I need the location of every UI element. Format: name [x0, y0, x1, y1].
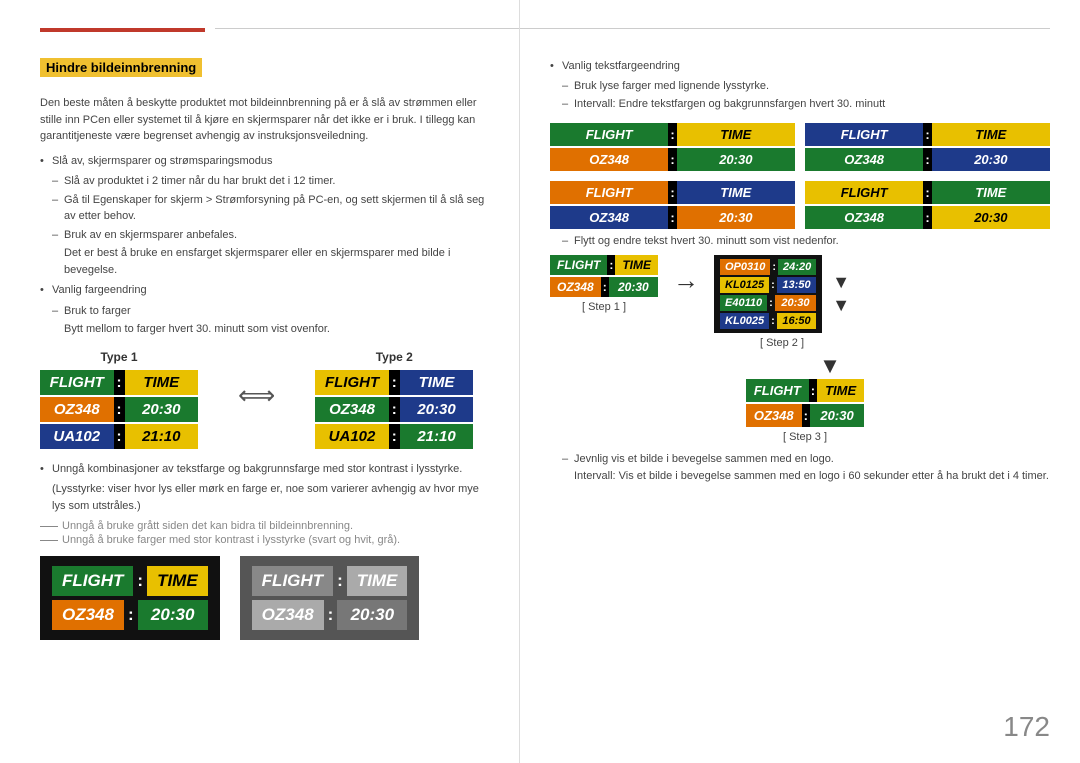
- grid-board-2: FLIGHT : TIME OZ348 : 20:30: [805, 123, 1050, 171]
- type2-time: TIME: [400, 370, 474, 395]
- bottom-right-clock: 20:30: [337, 600, 407, 630]
- bottom-right-colon: :: [333, 566, 347, 596]
- step3-container: FLIGHT : TIME OZ348 : 20:30 [ Step 3 ]: [560, 379, 1050, 443]
- gray-note-1: Unngå å bruke grått siden det kan bidra …: [62, 520, 353, 532]
- type2-colon-1: :: [389, 397, 400, 422]
- type1-colon-2: :: [114, 424, 125, 449]
- dash-screensaver-rec: Bruk av en skjermsparer anbefales.: [40, 227, 489, 244]
- dash-2hours: Slå av produktet i 2 timer når du har br…: [40, 173, 489, 190]
- step3-arrow-container: ▼: [610, 353, 1050, 379]
- type1-code2: UA102: [40, 424, 114, 449]
- bottom-right-colon2: :: [324, 600, 338, 630]
- type2-colon-h: :: [389, 370, 400, 395]
- step1-label: [ Step 1 ]: [550, 301, 658, 313]
- dash-properties: Gå til Egenskaper for skjerm > Strømfors…: [40, 192, 489, 225]
- shift-note: – Flytt og endre tekst hvert 30. minutt …: [550, 235, 1050, 247]
- type2-time1: 20:30: [400, 397, 474, 422]
- type2-code1: OZ348: [315, 397, 389, 422]
- bottom-right-code: OZ348: [252, 600, 324, 630]
- type2-label: Type 2: [315, 350, 473, 364]
- dash-two-colors: Bruk to farger: [40, 303, 489, 320]
- page-number: 172: [1003, 711, 1050, 743]
- bottom-board-left: FLIGHT : TIME OZ348 : 20:30: [40, 556, 220, 640]
- step2-label: [ Step 2 ]: [714, 337, 850, 349]
- double-arrow: ⟺: [238, 380, 275, 411]
- type2-flight: FLIGHT: [315, 370, 389, 395]
- step3-label: [ Step 3 ]: [560, 431, 1050, 443]
- step1-container: FLIGHT : TIME OZ348 : 20:30 [ Step 1 ]: [550, 255, 658, 313]
- grid-board-3: FLIGHT : TIME OZ348 : 20:30: [550, 181, 795, 229]
- type1-flight: FLIGHT: [40, 370, 114, 395]
- section-title: Hindre bildeinnbrenning: [40, 58, 202, 77]
- bottom-note-1: – Jevnlig vis et bilde i bevegelse samme…: [550, 453, 1050, 465]
- bottom-board-right: FLIGHT : TIME OZ348 : 20:30: [240, 556, 420, 640]
- avoid-text: Unngå kombinasjoner av tekstfarge og bak…: [40, 461, 489, 478]
- type2-board: FLIGHT : TIME OZ348 : 20:30 UA102 : 21:1…: [315, 370, 473, 449]
- right-dash-2: Intervall: Endre tekstfargen og bakgrunn…: [550, 96, 1050, 113]
- gray-note-2: Unngå å bruke farger med stor kontrast i…: [62, 534, 400, 546]
- bullet-screensaver: Slå av, skjermsparer og strømsparingsmod…: [40, 153, 489, 170]
- type1-board: FLIGHT : TIME OZ348 : 20:30 UA102 : 21: [40, 370, 198, 449]
- step3-arrow-down: ▼: [610, 353, 1050, 379]
- bottom-right-time-label: TIME: [347, 566, 408, 596]
- sub-text-2: Bytt mellom to farger hvert 30. minutt s…: [40, 321, 489, 338]
- bullet-colors: Vanlig fargeendring: [40, 282, 489, 299]
- intro-text: Den beste måten å beskytte produktet mot…: [40, 95, 489, 145]
- down-arrows: ▼ ▼: [832, 255, 850, 333]
- type1-colon-1: :: [114, 397, 125, 422]
- step2-board: OP0310 : 24:20 KL0125 : 13:50 E40110 :: [714, 255, 822, 333]
- step3-board: FLIGHT : TIME OZ348 : 20:30: [746, 379, 864, 427]
- type1-code1: OZ348: [40, 397, 114, 422]
- type1-time2: 21:10: [125, 424, 199, 449]
- bottom-left-flight: FLIGHT: [52, 566, 133, 596]
- type1-colon-h: :: [114, 370, 125, 395]
- right-bullet: Vanlig tekstfargeendring: [550, 58, 1050, 75]
- type2-colon-2: :: [389, 424, 400, 449]
- right-dash-1: Bruk lyse farger med lignende lysstyrke.: [550, 78, 1050, 95]
- bottom-left-time-label: TIME: [147, 566, 208, 596]
- type2-time2: 21:10: [400, 424, 474, 449]
- sub-text-1: Det er best å bruke en ensfarget skjerms…: [40, 245, 489, 278]
- type1-time: TIME: [125, 370, 199, 395]
- step1-board: FLIGHT : TIME OZ348 : 20:30: [550, 255, 658, 297]
- step2-container: OP0310 : 24:20 KL0125 : 13:50 E40110 :: [714, 255, 850, 349]
- bottom-left-code: OZ348: [52, 600, 124, 630]
- grid-board-4: FLIGHT : TIME OZ348 : 20:30: [805, 181, 1050, 229]
- bottom-note-2: Intervall: Vis et bilde i bevegelse samm…: [550, 468, 1050, 485]
- bottom-left-colon2: :: [124, 600, 138, 630]
- bottom-right-flight: FLIGHT: [252, 566, 333, 596]
- grid-board-1: FLIGHT : TIME OZ348 : 20:30: [550, 123, 795, 171]
- type1-time1: 20:30: [125, 397, 199, 422]
- type2-code2: UA102: [315, 424, 389, 449]
- type1-label: Type 1: [40, 350, 198, 364]
- bottom-left-colon: :: [133, 566, 147, 596]
- bottom-left-clock: 20:30: [138, 600, 208, 630]
- avoid-sub: (Lysstyrke: viser hvor lys eller mørk en…: [40, 481, 489, 514]
- step-arrow-right: →: [673, 265, 699, 296]
